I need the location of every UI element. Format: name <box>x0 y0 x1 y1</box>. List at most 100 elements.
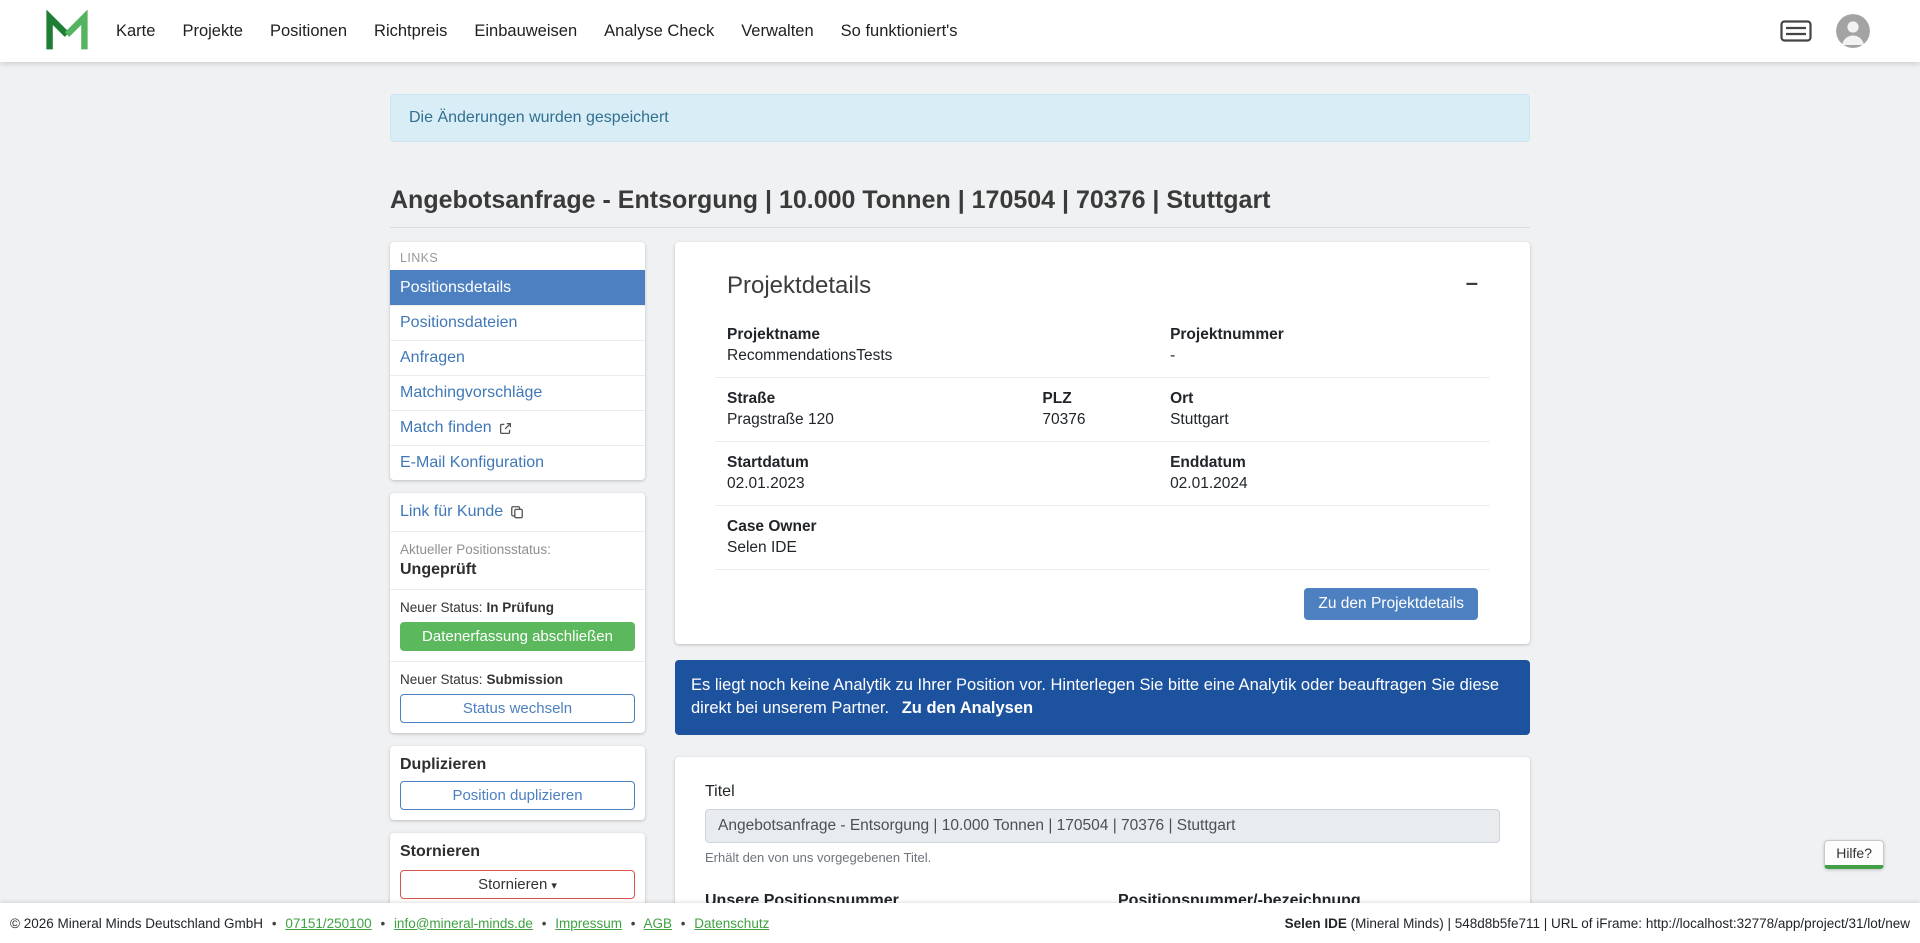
sidebar-item-label: Matchingvorschläge <box>400 384 542 402</box>
cancel-card: Stornieren Stornieren ▾ <box>390 833 645 909</box>
sidebar-item-label: Positionsdateien <box>400 314 517 332</box>
help-button[interactable]: Hilfe? <box>1824 840 1884 869</box>
main-nav: Karte Projekte Positionen Richtpreis Ein… <box>116 22 958 41</box>
street-label: Straße <box>727 390 1042 408</box>
case-owner-label: Case Owner <box>727 518 1042 536</box>
analytics-link[interactable]: Zu den Analysen <box>902 699 1033 717</box>
project-row-owner: Case Owner Selen IDE <box>715 506 1490 570</box>
customer-link-label: Link für Kunde <box>400 503 503 521</box>
new-status-value: In Prüfung <box>487 600 555 615</box>
duplicate-title: Duplizieren <box>400 756 635 774</box>
nav-item-verwalten[interactable]: Verwalten <box>741 22 813 41</box>
nav-item-positionen[interactable]: Positionen <box>270 22 347 41</box>
current-status-label: Aktueller Positionsstatus: <box>400 542 635 557</box>
city-label: Ort <box>1170 390 1478 408</box>
city-value: Stuttgart <box>1170 411 1478 429</box>
footer-separator: • <box>631 916 636 931</box>
footer-impressum-link[interactable]: Impressum <box>555 916 622 931</box>
page-content: Die Änderungen wurden gespeichert Angebo… <box>0 62 1920 943</box>
sidebar-item-positionsdetails[interactable]: Positionsdetails <box>390 270 645 305</box>
sidebar-item-anfragen[interactable]: Anfragen <box>390 340 645 375</box>
copyright-text: © 2026 Mineral Minds Deutschland GmbH <box>10 916 263 931</box>
sidebar-item-label: E-Mail Konfiguration <box>400 454 544 472</box>
end-date-value: 02.01.2024 <box>1170 475 1478 493</box>
cancel-button-label: Stornieren <box>478 876 547 893</box>
new-status-label: Neuer Status: <box>400 600 483 615</box>
project-row-name: Projektname RecommendationsTests Projekt… <box>715 314 1490 378</box>
plz-value: 70376 <box>1042 411 1170 429</box>
start-date-label: Startdatum <box>727 454 1042 472</box>
project-number-value: - <box>1170 347 1478 365</box>
links-card: LINKS Positionsdetails Positionsdateien … <box>390 242 645 480</box>
external-link-icon <box>499 422 512 435</box>
page-title: Angebotsanfrage - Entsorgung | 10.000 To… <box>390 186 1530 215</box>
nav-item-karte[interactable]: Karte <box>116 22 155 41</box>
sidebar: LINKS Positionsdetails Positionsdateien … <box>390 242 645 922</box>
footer-session-info: Selen IDE (Mineral Minds) | 548d8b5fe711… <box>1285 916 1910 931</box>
project-number-label: Projektnummer <box>1170 326 1478 344</box>
brand-logo[interactable] <box>44 9 90 53</box>
copy-icon[interactable] <box>510 505 524 519</box>
person-icon <box>1836 14 1870 48</box>
new-status-value: Submission <box>487 672 564 687</box>
title-help-text: Erhält den von uns vorgegebenen Titel. <box>705 850 1500 865</box>
end-date-label: Enddatum <box>1170 454 1478 472</box>
collapse-icon[interactable]: – <box>1466 272 1478 294</box>
new-status-1: Neuer Status: In Prüfung <box>400 600 635 615</box>
nav-item-einbauweisen[interactable]: Einbauweisen <box>474 22 577 41</box>
links-header: LINKS <box>390 242 645 270</box>
footer-agb-link[interactable]: AGB <box>644 916 673 931</box>
cancel-title: Stornieren <box>400 843 635 861</box>
sidebar-item-matchingvorschlaege[interactable]: Matchingvorschläge <box>390 375 645 410</box>
sidebar-item-email-konfiguration[interactable]: E-Mail Konfiguration <box>390 445 645 480</box>
top-navigation-bar: Karte Projekte Positionen Richtpreis Ein… <box>0 0 1920 62</box>
analytics-alert: Es liegt noch keine Analytik zu Ihrer Po… <box>675 660 1530 735</box>
footer-separator: • <box>272 916 277 931</box>
sidebar-item-positionsdateien[interactable]: Positionsdateien <box>390 305 645 340</box>
duplicate-position-button[interactable]: Position duplizieren <box>400 781 635 810</box>
cancel-dropdown-button[interactable]: Stornieren ▾ <box>400 870 635 899</box>
nav-item-richtpreis[interactable]: Richtpreis <box>374 22 447 41</box>
saved-alert: Die Änderungen wurden gespeichert <box>390 94 1530 142</box>
nav-item-analyse-check[interactable]: Analyse Check <box>604 22 714 41</box>
footer-datenschutz-link[interactable]: Datenschutz <box>694 916 769 931</box>
sidebar-item-label: Anfragen <box>400 349 465 367</box>
sidebar-item-label: Match finden <box>400 419 492 437</box>
footer-user-name: Selen IDE <box>1285 916 1347 931</box>
plz-label: PLZ <box>1042 390 1170 408</box>
footer-separator: • <box>681 916 686 931</box>
sidebar-item-label: Positionsdetails <box>400 279 511 297</box>
footer-left: © 2026 Mineral Minds Deutschland GmbH • … <box>10 916 769 931</box>
duplicate-card: Duplizieren Position duplizieren <box>390 746 645 820</box>
footer-separator: • <box>380 916 385 931</box>
project-name-label: Projektname <box>727 326 1042 344</box>
finish-data-entry-button[interactable]: Datenerfassung abschließen <box>400 622 635 651</box>
customer-link[interactable]: Link für Kunde <box>400 503 524 521</box>
switch-status-button[interactable]: Status wechseln <box>400 694 635 723</box>
project-row-dates: Startdatum 02.01.2023 Enddatum 02.01.202… <box>715 442 1490 506</box>
project-details-card: Projektdetails – Projektname Recommendat… <box>675 242 1530 644</box>
footer-phone-link[interactable]: 07151/250100 <box>285 916 371 931</box>
project-details-fields: Projektname RecommendationsTests Projekt… <box>715 314 1490 570</box>
footer-email-link[interactable]: info@mineral-minds.de <box>394 916 533 931</box>
project-row-address: Straße Pragstraße 120 PLZ 70376 Ort Stut… <box>715 378 1490 442</box>
server-icon[interactable] <box>1780 20 1812 42</box>
caret-down-icon: ▾ <box>551 880 557 892</box>
title-divider <box>390 227 1530 228</box>
sidebar-links-list: Positionsdetails Positionsdateien Anfrag… <box>390 270 645 480</box>
project-details-title: Projektdetails <box>727 272 871 300</box>
mineral-minds-logo-icon <box>45 10 89 52</box>
project-details-button[interactable]: Zu den Projektdetails <box>1304 588 1478 620</box>
status-card: Link für Kunde Aktueller Positionsstatus… <box>390 493 645 733</box>
sidebar-item-match-finden[interactable]: Match finden <box>390 410 645 445</box>
new-status-2: Neuer Status:Submission <box>400 672 635 687</box>
nav-item-so-funktionierts[interactable]: So funktioniert's <box>841 22 958 41</box>
nav-item-projekte[interactable]: Projekte <box>182 22 243 41</box>
user-avatar[interactable] <box>1836 14 1870 48</box>
footer-bar: © 2026 Mineral Minds Deutschland GmbH • … <box>0 903 1920 943</box>
case-owner-value: Selen IDE <box>727 539 1042 557</box>
main-column: Projektdetails – Projektname Recommendat… <box>675 242 1530 943</box>
nav-right-actions <box>1780 14 1870 48</box>
analytics-alert-text: Es liegt noch keine Analytik zu Ihrer Po… <box>691 676 1499 717</box>
footer-session-details: (Mineral Minds) | 548d8b5fe711 | URL of … <box>1347 916 1910 931</box>
